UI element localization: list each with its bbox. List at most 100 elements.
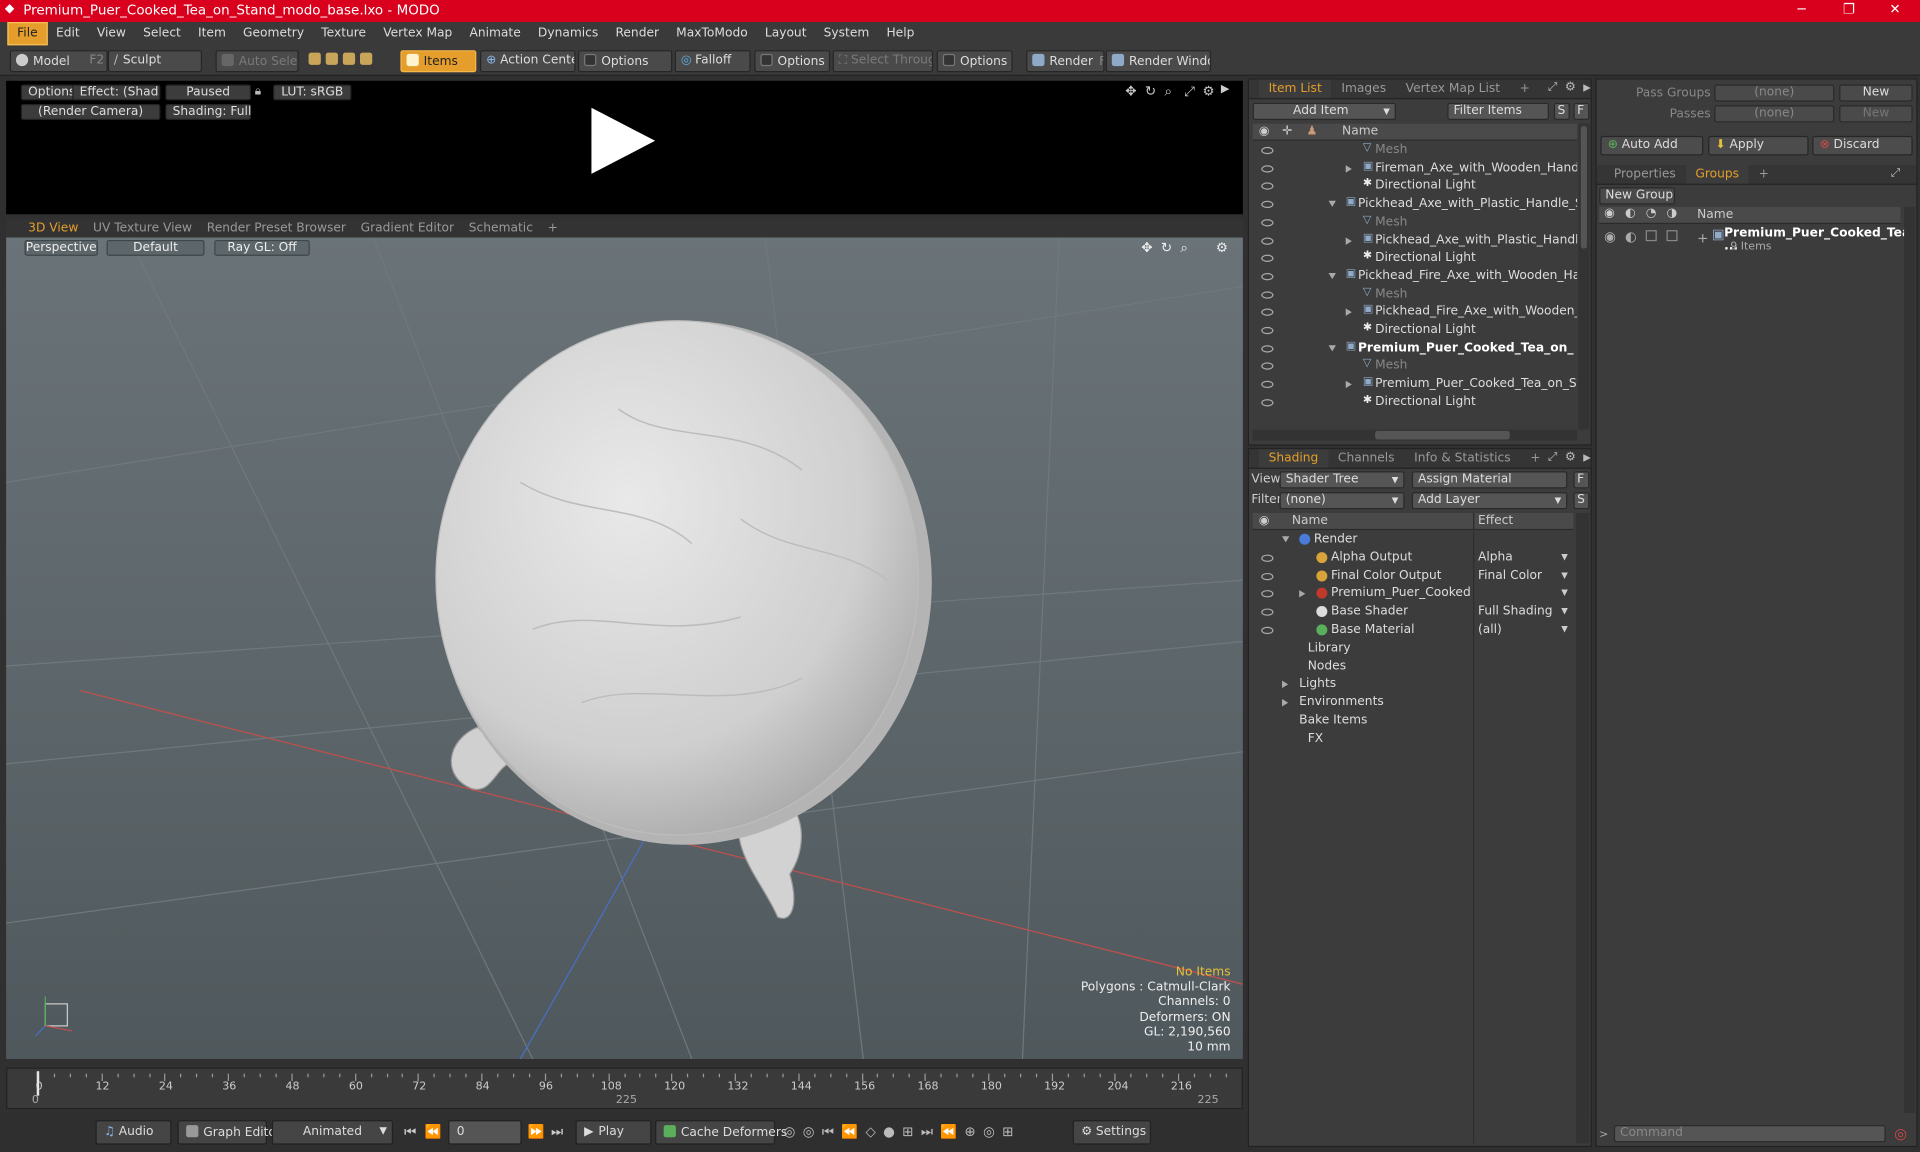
tab-shading[interactable]: Shading: [1258, 449, 1329, 468]
visibility-eye-icon[interactable]: [1261, 626, 1274, 635]
visibility-eye-icon[interactable]: [1261, 272, 1274, 281]
tab-info-statistics[interactable]: Info & Statistics: [1404, 449, 1520, 467]
audio-button[interactable]: ♫ Audio: [95, 1120, 172, 1145]
viewport-move-icon[interactable]: ✥: [1141, 240, 1152, 256]
lock-icon[interactable]: 🔒︎: [255, 84, 262, 97]
visibility-eye-icon[interactable]: [1261, 326, 1274, 335]
command-input[interactable]: Command: [1613, 1125, 1886, 1143]
menu-item[interactable]: Item: [189, 23, 234, 46]
item-list-hscrollbar[interactable]: [1252, 429, 1578, 441]
group-lock-checkbox[interactable]: [1645, 230, 1657, 242]
gear-icon[interactable]: ⚙: [1202, 83, 1214, 99]
tab-schematic[interactable]: Schematic: [461, 219, 540, 237]
panel-arrow-icon[interactable]: ▶: [1583, 82, 1591, 93]
render-window-button[interactable]: Render Window: [1105, 50, 1212, 73]
shading-dropdown[interactable]: Shading: Full: [165, 104, 251, 120]
panel-arrow-icon[interactable]: ▶: [1583, 452, 1591, 463]
render-button[interactable]: Render F9: [1026, 50, 1105, 73]
tab-render-preset-browser[interactable]: Render Preset Browser: [199, 219, 353, 237]
restore-icon[interactable]: ❐: [1843, 1, 1855, 17]
filter-dropdown[interactable]: (none) ▼: [1279, 492, 1405, 510]
tab-channels[interactable]: Channels: [1328, 449, 1404, 467]
item-row[interactable]: ▣Fireman_Axe_with_Wooden_Handle_...: [1253, 160, 1577, 177]
prev-frame-icon[interactable]: ⏪: [425, 1124, 442, 1140]
lut-dropdown[interactable]: LUT: sRGB: [273, 84, 352, 101]
tab-uv-texture-view[interactable]: UV Texture View: [86, 219, 200, 237]
collapsed-arrow-icon[interactable]: [1345, 236, 1352, 245]
effect-dropdown[interactable]: Final Color: [1478, 569, 1542, 582]
new-group-button[interactable]: New Group: [1599, 187, 1676, 205]
shader-row[interactable]: FX: [1253, 731, 1574, 748]
close-icon[interactable]: ✕: [1889, 1, 1900, 17]
shader-row[interactable]: Library: [1253, 640, 1574, 657]
visibility-eye-icon[interactable]: [1261, 362, 1274, 371]
arrow-right-icon[interactable]: ▶: [1221, 83, 1229, 95]
skip-end-icon[interactable]: ⏭: [551, 1124, 563, 1141]
shader-row[interactable]: Base Shader Full Shading ▼: [1253, 604, 1574, 621]
add-layer-dropdown[interactable]: Add Layer ▼: [1411, 492, 1568, 510]
shader-row[interactable]: Environments: [1253, 694, 1574, 711]
move-icon[interactable]: ✥: [1125, 83, 1136, 99]
shader-tree-scrollbar[interactable]: [1575, 512, 1590, 1144]
add-item-dropdown[interactable]: Add Item ▼: [1252, 102, 1396, 120]
shader-row[interactable]: Final Color Output Final Color ▼: [1253, 568, 1574, 585]
shader-row[interactable]: Base Material (all) ▼: [1253, 622, 1574, 639]
timeline-cursor[interactable]: [36, 1071, 40, 1096]
paused-button[interactable]: Paused: [165, 84, 252, 101]
expanded-arrow-icon[interactable]: [1328, 200, 1336, 208]
visibility-eye-icon[interactable]: [1261, 590, 1274, 598]
visibility-eye-icon[interactable]: [1261, 398, 1274, 407]
item-row[interactable]: ▽ Mesh: [1253, 142, 1577, 159]
shader-row[interactable]: Bake Items: [1253, 713, 1574, 730]
discard-button[interactable]: ⊗ Discard: [1812, 135, 1913, 156]
menu-geometry[interactable]: Geometry: [234, 23, 312, 46]
tab-add-button[interactable]: +: [1510, 80, 1540, 98]
play-icon[interactable]: [591, 107, 656, 174]
item-row[interactable]: ▣ Premium_Puer_Cooked_Tea_on_ ...: [1253, 340, 1577, 357]
name-column-header[interactable]: Name: [1342, 125, 1378, 138]
tab-3d-view[interactable]: 3D View: [21, 219, 86, 237]
search-f-button[interactable]: F: [1573, 102, 1590, 120]
visibility-eye-icon[interactable]: [1261, 200, 1274, 209]
chevron-down-icon[interactable]: ▼: [1561, 552, 1568, 562]
group-row[interactable]: ◉ ◐ + ▣ Premium_Puer_Cooked_Tea ... 9 It…: [1599, 225, 1910, 257]
collapsed-arrow-icon[interactable]: [1282, 681, 1289, 689]
menu-system[interactable]: System: [815, 23, 878, 46]
visibility-eye-icon[interactable]: [1261, 308, 1274, 317]
items-mode-button[interactable]: Items: [400, 50, 477, 73]
menu-layout[interactable]: Layout: [756, 23, 815, 46]
tab-add-button[interactable]: +: [1520, 449, 1550, 467]
item-row[interactable]: ▣Pickhead_Axe_with_Plastic_Handle_Sha ..…: [1253, 196, 1577, 213]
panel-gear-icon[interactable]: ⚙: [1565, 81, 1576, 94]
materials-icon[interactable]: [360, 52, 373, 65]
expanded-arrow-icon[interactable]: [1282, 536, 1290, 543]
item-list-scrollbar[interactable]: [1578, 123, 1590, 430]
item-row[interactable]: ▽ Mesh: [1253, 358, 1577, 375]
collapsed-arrow-icon[interactable]: [1299, 590, 1306, 598]
auto-select-button[interactable]: Auto Select: [215, 50, 299, 73]
action-center-options-button[interactable]: Options: [577, 50, 673, 73]
menu-maxtomodo[interactable]: MaxToModo: [668, 23, 757, 46]
tab-properties[interactable]: Properties: [1604, 165, 1685, 183]
new-pass-button[interactable]: New: [1839, 105, 1913, 123]
model-mode-button[interactable]: Model F2: [9, 50, 108, 73]
visibility-eye-icon[interactable]: [1261, 608, 1274, 617]
panel-gear-icon[interactable]: ⚙: [1565, 451, 1576, 464]
name-column-header[interactable]: Name: [1292, 514, 1328, 527]
key-tools-icons[interactable]: ◎◎⏮⏪◇●⊞⏭⏪⊕◎⊞: [784, 1124, 1068, 1144]
groups-scrollbar[interactable]: [1904, 206, 1916, 1113]
effect-dropdown[interactable]: Full Shading: [1478, 605, 1553, 618]
visibility-eye-icon[interactable]: [1261, 554, 1274, 562]
panel-maximize-icon[interactable]: ⤢: [1891, 166, 1901, 179]
action-center-button[interactable]: ⊕ Action Center: [480, 50, 576, 73]
item-row[interactable]: ✱ Directional Light: [1253, 394, 1577, 411]
menu-edit[interactable]: Edit: [47, 23, 88, 46]
maximize-icon[interactable]: ⤢: [1184, 83, 1195, 100]
shader-row[interactable]: Premium_Puer_Cooked_Te ... ▼: [1253, 586, 1574, 603]
viewport-rotate-icon[interactable]: ↻: [1161, 240, 1172, 256]
item-row[interactable]: ▽ Mesh: [1253, 214, 1577, 231]
visibility-eye-icon[interactable]: [1261, 254, 1274, 263]
visibility-eye-icon[interactable]: [1261, 572, 1274, 580]
shader-row[interactable]: Alpha Output Alpha ▼: [1253, 549, 1574, 566]
chevron-down-icon[interactable]: ▼: [1561, 606, 1568, 616]
